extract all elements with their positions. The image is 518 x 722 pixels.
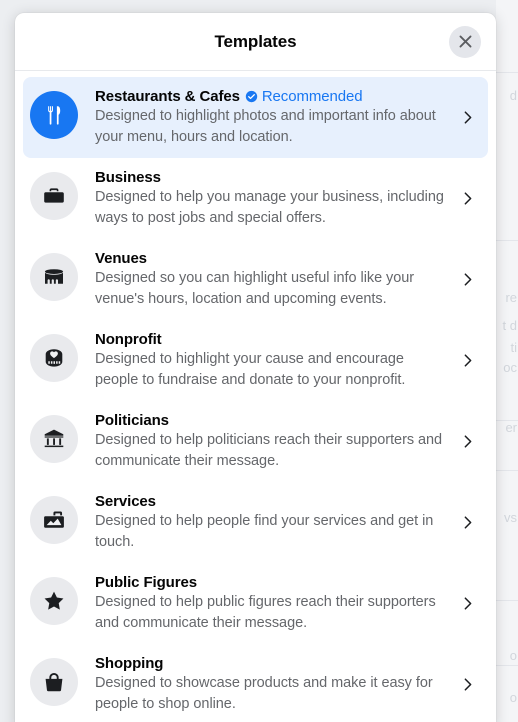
template-title: Services [95, 493, 156, 510]
template-text-block: Business Designed to help you manage your… [78, 169, 456, 228]
chevron-right-icon [459, 190, 476, 207]
background-text: d [509, 88, 517, 103]
recommended-label: Recommended [261, 88, 363, 105]
template-title: Shopping [95, 655, 164, 672]
chevron-right-icon [459, 595, 476, 612]
template-title-line: Public Figures [95, 574, 446, 591]
template-icon-container [30, 91, 78, 139]
star-icon [42, 589, 66, 613]
template-row-services[interactable]: Services Designed to help people find you… [23, 482, 488, 563]
template-chevron-button[interactable] [456, 595, 478, 612]
template-text-block: Services Designed to help people find you… [78, 493, 456, 552]
template-chevron-button[interactable] [456, 190, 478, 207]
template-chevron-button[interactable] [456, 352, 478, 369]
background-text: ti [510, 340, 518, 355]
toolbox-icon [42, 508, 66, 532]
background-text: re [505, 290, 517, 305]
template-icon-container [30, 658, 78, 706]
chevron-right-icon [459, 514, 476, 531]
template-description: Designed so you can highlight useful inf… [95, 270, 415, 307]
template-title: Nonprofit [95, 331, 162, 348]
close-button[interactable] [449, 25, 481, 58]
template-title: Public Figures [95, 574, 197, 591]
template-chevron-button[interactable] [456, 433, 478, 450]
template-description: Designed to highlight photos and importa… [95, 108, 436, 145]
stadium-icon [42, 265, 66, 289]
background-divider [496, 470, 518, 471]
template-chevron-button[interactable] [456, 676, 478, 693]
template-description: Designed to help people find your servic… [95, 513, 434, 550]
template-icon-container [30, 253, 78, 301]
template-text-block: Public Figures Designed to help public fi… [78, 574, 456, 633]
template-row-shopping[interactable]: Shopping Designed to showcase products an… [23, 644, 488, 722]
backdrop-content-strip: d re t d ti oc er vs o o [496, 0, 518, 722]
close-icon [458, 34, 473, 49]
template-title: Politicians [95, 412, 169, 429]
recommended-badge: Recommended [245, 88, 363, 105]
template-chevron-button[interactable] [456, 109, 478, 126]
templates-modal: Templates Restaurants & Cafes Recommended… [15, 13, 496, 722]
background-text: o [509, 648, 517, 663]
donation-heart-icon [42, 346, 66, 370]
background-divider [496, 600, 518, 601]
background-text: t d [502, 318, 517, 333]
template-icon-container [30, 496, 78, 544]
template-title-line: Shopping [95, 655, 446, 672]
shopping-bag-icon [42, 670, 66, 694]
background-text: oc [503, 360, 517, 375]
template-text-block: Restaurants & Cafes Recommended Designed t… [78, 88, 456, 147]
template-chevron-button[interactable] [456, 514, 478, 531]
template-title-line: Services [95, 493, 446, 510]
chevron-right-icon [459, 433, 476, 450]
template-title-line: Politicians [95, 412, 446, 429]
background-text: o [509, 690, 517, 705]
briefcase-icon [42, 184, 66, 208]
template-description: Designed to help politicians reach their… [95, 432, 443, 469]
template-row-business[interactable]: Business Designed to help you manage your… [23, 158, 488, 239]
template-description: Designed to showcase products and make i… [95, 675, 433, 712]
template-title: Business [95, 169, 161, 186]
template-title-line: Restaurants & Cafes Recommended [95, 88, 446, 105]
template-description: Designed to help you manage your busines… [95, 189, 444, 226]
template-text-block: Nonprofit Designed to highlight your caus… [78, 331, 456, 390]
government-building-icon [42, 427, 66, 451]
template-row-venues[interactable]: Venues Designed so you can highlight usef… [23, 239, 488, 320]
template-title: Restaurants & Cafes [95, 88, 240, 105]
template-row-politicians[interactable]: Politicians Designed to help politicians … [23, 401, 488, 482]
background-divider [496, 240, 518, 241]
template-icon-container [30, 577, 78, 625]
background-divider [496, 420, 518, 421]
template-row-public-figures[interactable]: Public Figures Designed to help public fi… [23, 563, 488, 644]
verified-badge-icon [245, 90, 258, 103]
template-icon-container [30, 334, 78, 382]
background-divider [496, 72, 518, 73]
template-chevron-button[interactable] [456, 271, 478, 288]
template-text-block: Politicians Designed to help politicians … [78, 412, 456, 471]
template-icon-container [30, 415, 78, 463]
chevron-right-icon [459, 352, 476, 369]
template-text-block: Venues Designed so you can highlight usef… [78, 250, 456, 309]
background-text: er [505, 420, 517, 435]
template-text-block: Shopping Designed to showcase products an… [78, 655, 456, 714]
templates-list: Restaurants & Cafes Recommended Designed t… [15, 71, 496, 722]
page-title: Templates [214, 31, 297, 51]
template-description: Designed to help public figures reach th… [95, 594, 436, 631]
modal-header: Templates [15, 13, 496, 71]
chevron-right-icon [459, 676, 476, 693]
background-divider [496, 665, 518, 666]
chevron-right-icon [459, 109, 476, 126]
template-title: Venues [95, 250, 147, 267]
template-title-line: Nonprofit [95, 331, 446, 348]
template-icon-container [30, 172, 78, 220]
template-title-line: Venues [95, 250, 446, 267]
template-title-line: Business [95, 169, 446, 186]
template-row-nonprofit[interactable]: Nonprofit Designed to highlight your caus… [23, 320, 488, 401]
background-text: vs [504, 510, 517, 525]
template-row-restaurants-cafes[interactable]: Restaurants & Cafes Recommended Designed t… [23, 77, 488, 158]
template-description: Designed to highlight your cause and enc… [95, 351, 406, 388]
chevron-right-icon [459, 271, 476, 288]
fork-knife-icon [42, 103, 66, 127]
